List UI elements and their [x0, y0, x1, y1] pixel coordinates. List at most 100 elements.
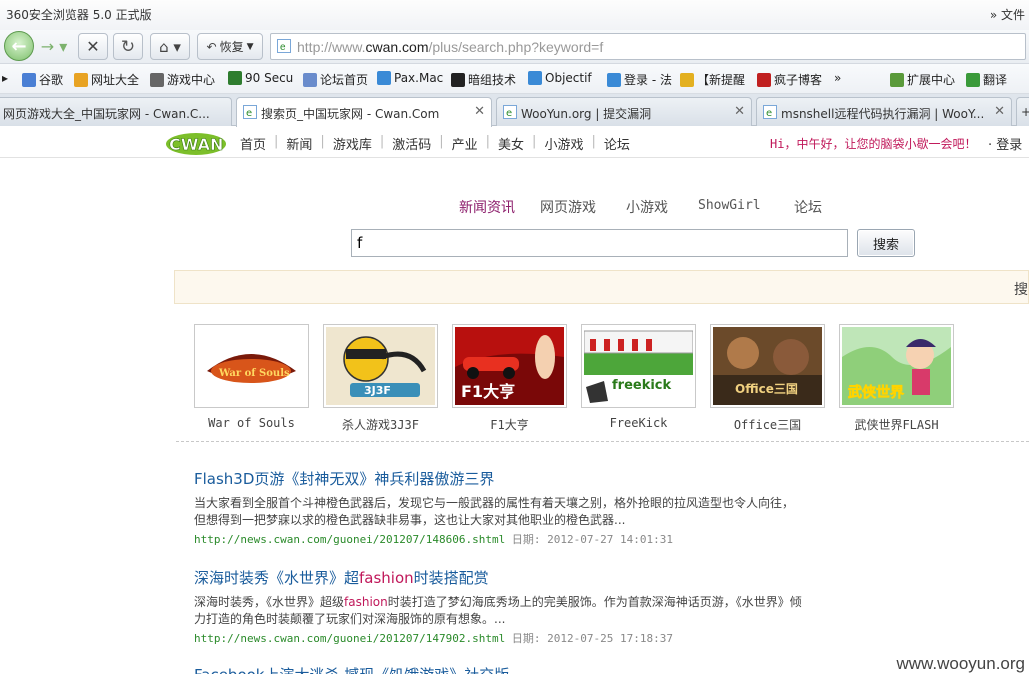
game-caption[interactable]: F1大亨: [452, 416, 567, 433]
result-title[interactable]: Flash3D页游《封神无双》神兵利器傲游三界: [194, 468, 804, 489]
svg-text:F1大亨: F1大亨: [461, 382, 515, 401]
site-nav-link[interactable]: 产业: [452, 134, 478, 153]
tab-showgirl[interactable]: ShowGirl: [698, 198, 761, 213]
notice-bar: 搜: [174, 270, 1029, 304]
favorite-label: 网址大全: [91, 73, 140, 87]
favorite-link[interactable]: 翻译: [966, 71, 1007, 88]
site-nav-link[interactable]: 激活码: [392, 134, 431, 153]
favorite-link[interactable]: 疯子博客: [757, 71, 822, 88]
tab-cwan-home[interactable]: 网页游戏大全_中国玩家网 - Cwan.C...: [0, 97, 232, 126]
game-caption[interactable]: 武侠世界FLASH: [839, 416, 954, 433]
game-caption[interactable]: War of Souls: [194, 416, 309, 430]
site-nav-link[interactable]: 论坛: [604, 134, 630, 153]
favorite-icon: [303, 72, 317, 87]
favorite-link[interactable]: 游戏中心: [150, 71, 215, 88]
tab-strip: 网页游戏大全_中国玩家网 - Cwan.C... e 搜索页_中国玩家网 - C…: [0, 94, 1029, 127]
favorite-link[interactable]: 谷歌: [22, 71, 63, 88]
page-icon: e: [763, 105, 777, 119]
search-button[interactable]: 搜索: [857, 229, 915, 257]
stop-button[interactable]: ✕: [78, 33, 108, 60]
result-title[interactable]: 深海时装秀《水世界》超fashion时装搭配赏: [194, 567, 804, 588]
chevron-down-icon: ▼: [246, 41, 254, 52]
new-tab-button[interactable]: +: [1016, 97, 1029, 126]
tab-wooyun-submit[interactable]: e WooYun.org | 提交漏洞 ✕: [496, 97, 752, 126]
favorite-link[interactable]: 暗组技术: [451, 71, 516, 88]
favorite-label: 游戏中心: [167, 73, 216, 87]
result-title[interactable]: Facebook上演大逃杀 撼现《饥饿游戏》社交版: [194, 664, 804, 674]
nav-separator: |: [591, 134, 596, 149]
back-button[interactable]: ←: [4, 31, 34, 61]
refresh-button[interactable]: ↻: [113, 33, 143, 60]
favorite-icon: [890, 72, 904, 87]
page-icon: e: [503, 105, 517, 119]
favorite-link[interactable]: 【新提醒: [680, 71, 745, 88]
result-url[interactable]: http://news.cwan.com/guonei/201207/14860…: [194, 533, 505, 546]
close-tab-icon[interactable]: ✕: [474, 104, 485, 119]
search-input[interactable]: f: [351, 229, 848, 257]
game-card[interactable]: 3J3F 杀人游戏3J3F: [323, 324, 438, 433]
favorite-link[interactable]: Pax.Mac: [377, 71, 443, 85]
site-nav-link[interactable]: 新闻: [286, 134, 312, 153]
game-image[interactable]: freekick: [581, 324, 696, 408]
favorite-label: 扩展中心: [907, 73, 956, 87]
tab-search-page[interactable]: e 搜索页_中国玩家网 - Cwan.Com ✕: [236, 97, 492, 127]
game-image[interactable]: F1大亨: [452, 324, 567, 408]
nav-separator: |: [532, 134, 537, 149]
restore-button[interactable]: ↶ 恢复 ▼: [197, 33, 263, 60]
refresh-icon: ↻: [120, 36, 136, 57]
tab-label: msnshell远程代码执行漏洞 | WooY...: [781, 107, 985, 121]
home-button[interactable]: ⌂ ▾: [150, 33, 190, 60]
game-image[interactable]: 3J3F: [323, 324, 438, 408]
game-caption[interactable]: Office三国: [710, 416, 825, 433]
back-arrow-icon: ←: [11, 35, 27, 57]
favorites-overflow-arrow[interactable]: ▸: [2, 71, 8, 85]
tab-forum[interactable]: 论坛: [794, 197, 822, 217]
site-nav-link[interactable]: 美女: [498, 134, 524, 153]
favorite-link[interactable]: 扩展中心: [890, 71, 955, 88]
svg-text:e: e: [280, 42, 286, 53]
game-caption[interactable]: FreeKick: [581, 416, 696, 430]
favorite-icon: [451, 72, 465, 87]
tab-mini-games[interactable]: 小游戏: [626, 197, 668, 217]
favorite-icon: [757, 72, 771, 87]
file-menu[interactable]: » 文件: [990, 6, 1025, 23]
game-card[interactable]: Office三国 Office三国: [710, 324, 825, 433]
tab-msnshell[interactable]: e msnshell远程代码执行漏洞 | WooY... ✕: [756, 97, 1012, 126]
forward-button[interactable]: → ▾: [36, 33, 72, 60]
favorite-link[interactable]: 网址大全: [74, 71, 139, 88]
tab-news[interactable]: 新闻资讯: [459, 197, 515, 217]
close-tab-icon[interactable]: ✕: [994, 104, 1005, 119]
game-caption[interactable]: 杀人游戏3J3F: [323, 416, 438, 433]
result-url[interactable]: http://news.cwan.com/guonei/201207/14790…: [194, 632, 505, 645]
site-nav-link[interactable]: 游戏库: [333, 134, 372, 153]
watermark-text: www.wooyun.org: [894, 654, 1027, 674]
favorite-link[interactable]: 90 Secu: [228, 71, 293, 85]
nav-separator: |: [379, 134, 385, 149]
favorite-link[interactable]: Objectif: [528, 71, 592, 85]
game-image[interactable]: War of Souls: [194, 324, 309, 408]
login-link[interactable]: · 登录: [988, 134, 1022, 153]
favorite-link[interactable]: 登录 - 法: [607, 71, 672, 88]
game-image[interactable]: 武侠世界: [839, 324, 954, 408]
favorite-label: 论坛首页: [320, 73, 369, 87]
game-card[interactable]: War of Souls War of Souls: [194, 324, 309, 430]
favorites-more-icon[interactable]: »: [834, 71, 841, 85]
game-card[interactable]: F1大亨 F1大亨: [452, 324, 567, 433]
address-bar[interactable]: e http://www.cwan.com/plus/search.php?ke…: [270, 33, 1026, 60]
game-image[interactable]: Office三国: [710, 324, 825, 408]
result-meta: http://news.cwan.com/guonei/201207/14790…: [194, 630, 804, 646]
cwan-logo[interactable]: CWAN: [165, 130, 227, 156]
tab-web-games[interactable]: 网页游戏: [540, 197, 596, 217]
favorite-icon: [150, 72, 164, 87]
war-of-souls-art: War of Souls: [197, 327, 306, 405]
favorite-icon: [377, 71, 391, 85]
search-input-value: f: [357, 234, 363, 252]
close-tab-icon[interactable]: ✕: [734, 104, 745, 119]
close-icon: ✕: [86, 37, 100, 56]
game-card[interactable]: freekick FreeKick: [581, 324, 696, 430]
game-card[interactable]: 武侠世界 武侠世界FLASH: [839, 324, 954, 433]
site-nav-link[interactable]: 首页: [240, 134, 266, 153]
notice-text: 搜: [1014, 282, 1028, 298]
favorite-link[interactable]: 论坛首页: [303, 71, 368, 88]
site-nav-link[interactable]: 小游戏: [544, 134, 583, 153]
